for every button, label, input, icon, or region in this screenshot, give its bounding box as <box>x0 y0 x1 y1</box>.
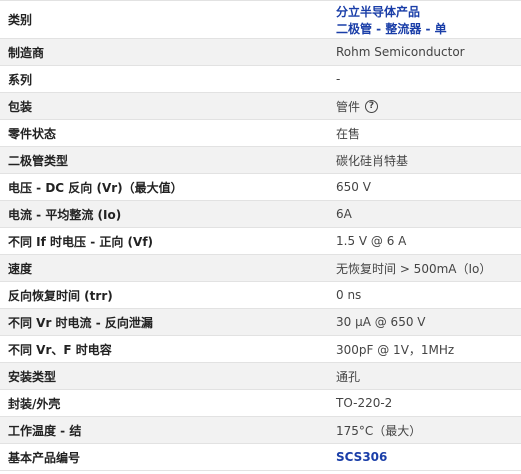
packaging-text: 管件 <box>336 99 361 114</box>
row-series: 系列 - <box>0 66 521 93</box>
row-current-avg-rectified: 电流 - 平均整流 (Io) 6A <box>0 201 521 228</box>
value-part-status: 在售 <box>336 126 361 141</box>
value-category: 分立半导体产品 二极管 - 整流器 - 单 <box>300 1 521 38</box>
row-package-case: 封装/外壳 TO-220-2 <box>0 390 521 417</box>
row-category: 类别 分立半导体产品 二极管 - 整流器 - 单 <box>0 1 521 39</box>
label-operating-temp: 工作温度 - 结 <box>8 423 82 438</box>
label-speed: 速度 <box>8 261 33 276</box>
value-speed: 无恢复时间 > 500mA（Io） <box>336 261 492 276</box>
row-reverse-leakage: 不同 Vr 时电流 - 反向泄漏 30 µA @ 650 V <box>0 309 521 336</box>
label-diode-type: 二极管类型 <box>8 153 69 168</box>
value-reverse-recovery: 0 ns <box>336 288 362 302</box>
value-operating-temp: 175°C（最大） <box>336 423 422 438</box>
value-manufacturer: Rohm Semiconductor <box>336 45 465 59</box>
label-package-case: 封装/外壳 <box>8 396 61 411</box>
question-circle-icon[interactable]: ? <box>365 99 379 113</box>
row-capacitance: 不同 Vr、F 时电容 300pF @ 1V，1MHz <box>0 336 521 363</box>
category-link-rectifiers[interactable]: 二极管 - 整流器 - 单 <box>336 20 447 37</box>
value-reverse-leakage: 30 µA @ 650 V <box>336 315 426 329</box>
label-packaging: 包装 <box>8 99 33 114</box>
row-part-status: 零件状态 在售 <box>0 120 521 147</box>
value-voltage-dc-reverse: 650 V <box>336 180 371 194</box>
label-base-product-number: 基本产品编号 <box>8 450 81 465</box>
label-current-avg-rectified: 电流 - 平均整流 (Io) <box>8 207 122 222</box>
label-part-status: 零件状态 <box>8 126 57 141</box>
value-diode-type: 碳化硅肖特基 <box>336 153 409 168</box>
label-capacitance: 不同 Vr、F 时电容 <box>8 342 112 357</box>
label-reverse-leakage: 不同 Vr 时电流 - 反向泄漏 <box>8 315 153 330</box>
row-operating-temp: 工作温度 - 结 175°C（最大） <box>0 417 521 444</box>
value-base-product-number: SCS306 <box>300 444 521 470</box>
value-capacitance: 300pF @ 1V，1MHz <box>336 342 455 357</box>
value-package-case: TO-220-2 <box>336 396 393 410</box>
value-current-avg-rectified: 6A <box>336 207 352 221</box>
row-base-product-number: 基本产品编号 SCS306 <box>0 444 521 471</box>
label-series: 系列 <box>8 72 33 87</box>
value-packaging: 管件 ? <box>300 93 521 119</box>
label-voltage-forward: 不同 If 时电压 - 正向 (Vf) <box>8 234 154 249</box>
row-mounting-type: 安装类型 通孔 <box>0 363 521 390</box>
row-reverse-recovery: 反向恢复时间 (trr) 0 ns <box>0 282 521 309</box>
row-speed: 速度 无恢复时间 > 500mA（Io） <box>0 255 521 282</box>
label-mounting-type: 安装类型 <box>8 369 57 384</box>
spec-table: 类别 分立半导体产品 二极管 - 整流器 - 单 制造商 Rohm Semico… <box>0 0 521 471</box>
base-product-link[interactable]: SCS306 <box>336 450 387 464</box>
category-link-discrete[interactable]: 分立半导体产品 <box>336 3 420 20</box>
label-manufacturer: 制造商 <box>8 45 45 60</box>
value-mounting-type: 通孔 <box>336 369 361 384</box>
value-voltage-forward: 1.5 V @ 6 A <box>336 234 407 248</box>
row-voltage-dc-reverse: 电压 - DC 反向 (Vr)（最大值） 650 V <box>0 174 521 201</box>
label-category: 类别 <box>8 13 33 27</box>
value-series: - <box>336 72 341 86</box>
label-reverse-recovery: 反向恢复时间 (trr) <box>8 288 113 303</box>
row-manufacturer: 制造商 Rohm Semiconductor <box>0 39 521 66</box>
row-diode-type: 二极管类型 碳化硅肖特基 <box>0 147 521 174</box>
row-voltage-forward: 不同 If 时电压 - 正向 (Vf) 1.5 V @ 6 A <box>0 228 521 255</box>
label-voltage-dc-reverse: 电压 - DC 反向 (Vr)（最大值） <box>8 180 183 195</box>
row-packaging: 包装 管件 ? <box>0 93 521 120</box>
